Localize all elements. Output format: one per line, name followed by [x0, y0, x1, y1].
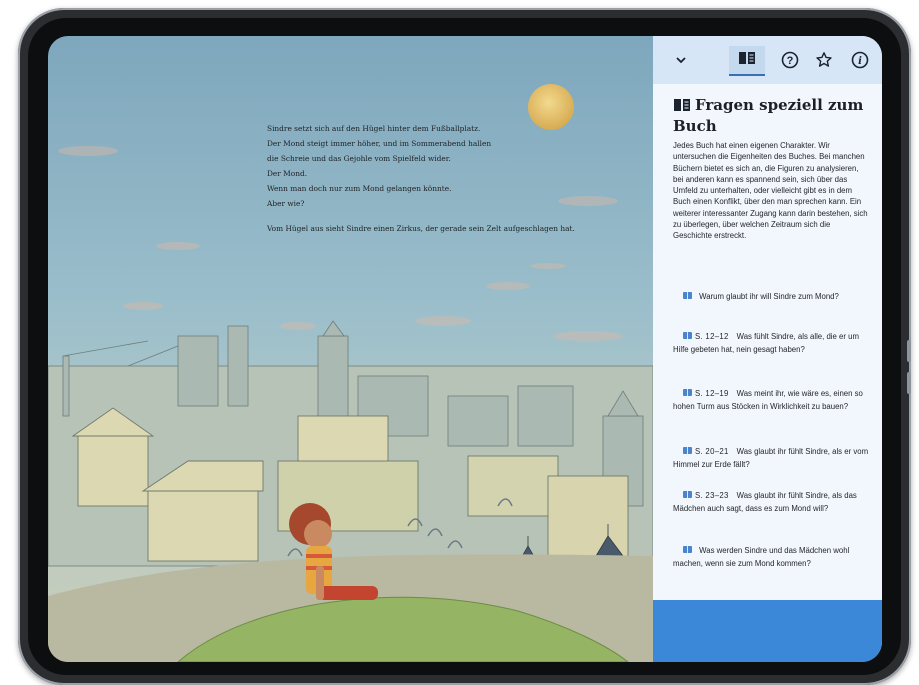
question-ref: S. 12–12: [695, 332, 729, 341]
question-item[interactable]: S. 12–19 Was meint ihr, wie wäre es, eine…: [673, 387, 869, 413]
question-text: Was werden Sindre und das Mädchen wohl m…: [673, 546, 850, 568]
question-ref: S. 23–23: [695, 491, 729, 500]
story-line: die Schreie und das Gejohle vom Spielfel…: [267, 154, 451, 163]
question-text: Warum glaubt ihr will Sindre zum Mond?: [699, 292, 839, 301]
svg-text:?: ?: [787, 55, 794, 67]
book-icon: [683, 332, 692, 339]
book-icon: [683, 292, 692, 299]
question-item[interactable]: Was werden Sindre und das Mädchen wohl m…: [673, 544, 869, 570]
book-icon: [683, 447, 692, 454]
book-icon: [683, 546, 692, 553]
book-icon: [683, 491, 692, 498]
book-page-illustration: Sindre setzt sich auf den Hügel hinter d…: [48, 36, 653, 662]
book-icon: [683, 389, 692, 396]
question-item[interactable]: S. 20–21 Was glaubt ihr fühlt Sindre, als…: [673, 445, 869, 471]
svg-text:i: i: [858, 56, 862, 67]
question-item[interactable]: S. 23–23 Was glaubt ihr fühlt Sindre, als…: [673, 489, 869, 515]
question-item[interactable]: S. 12–12 Was fühlt Sindre, als alle, die …: [673, 330, 869, 356]
story-closing-line: Vom Hügel aus sieht Sindre einen Zirkus,…: [267, 224, 575, 233]
screen: Sindre setzt sich auf den Hügel hinter d…: [48, 36, 882, 662]
question-item[interactable]: Warum glaubt ihr will Sindre zum Mond?: [673, 290, 869, 303]
panel-title-text: Fragen speziell zum Buch: [673, 96, 864, 135]
side-button: [907, 340, 911, 362]
story-line: Aber wie?: [267, 199, 305, 208]
story-line: Der Mond steigt immer höher, und im Somm…: [267, 139, 492, 148]
panel-title: Fragen speziell zum Buch: [673, 96, 873, 136]
story-line: Sindre setzt sich auf den Hügel hinter d…: [267, 124, 481, 133]
side-panel: ? i Fragen speziell zum Buch Jedes Buch …: [653, 36, 882, 662]
help-icon[interactable]: ?: [776, 46, 804, 74]
panel-toolbar: ? i: [653, 36, 882, 85]
story-line: Der Mond.: [267, 169, 308, 178]
info-icon[interactable]: i: [846, 46, 874, 74]
star-icon[interactable]: [810, 46, 838, 74]
story-text: Sindre setzt sich auf den Hügel hinter d…: [267, 121, 652, 236]
panel-content: Fragen speziell zum Buch Jedes Buch hat …: [653, 84, 882, 600]
side-button: [907, 372, 911, 394]
tab-book[interactable]: [729, 46, 765, 76]
panel-intro: Jedes Buch hat einen eigenen Charakter. …: [673, 141, 868, 241]
book-icon: [738, 50, 756, 70]
chevron-down-icon[interactable]: [667, 46, 695, 74]
book-icon: [673, 98, 691, 117]
story-line: Wenn man doch nur zum Mond gelangen könn…: [267, 184, 452, 193]
panel-footer: [653, 600, 882, 662]
question-ref: S. 12–19: [695, 389, 729, 398]
question-ref: S. 20–21: [695, 447, 729, 456]
